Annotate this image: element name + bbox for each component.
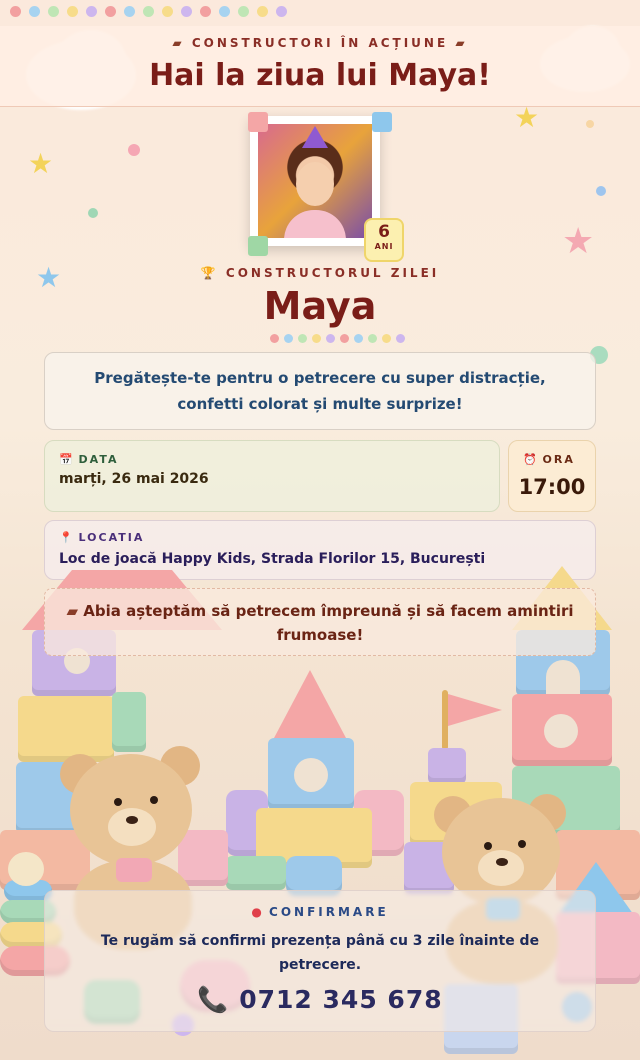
map-pin-icon: 📍 xyxy=(59,531,73,544)
balloon-icon: ● xyxy=(251,905,262,919)
photo-corner xyxy=(248,236,268,256)
alarm-clock-icon: ⏰ xyxy=(523,453,537,466)
calendar-icon: 📅 xyxy=(59,453,73,466)
location-label-text: LOCATIA xyxy=(78,531,145,544)
confirm-text: Te rugăm să confirmi prezența până cu 3 … xyxy=(100,933,540,973)
message-text-content: Abia așteptăm să petrecem împreună și să… xyxy=(83,602,574,644)
builder-label-text: CONSTRUCTORUL ZILEI xyxy=(225,266,440,280)
phone-link[interactable]: 📞 0712 345 678 xyxy=(45,985,595,1015)
intro-text: Pregătește-te pentru o petrecere cu supe… xyxy=(94,369,546,413)
header-eyebrow-text: CONSTRUCTORI ÎN ACȚIUNE xyxy=(191,36,449,50)
photo-corner xyxy=(248,112,268,132)
message-card: ▰ Abia așteptăm să petrecem împreună și … xyxy=(44,588,596,656)
bubble xyxy=(128,144,140,156)
header-eyebrow: ▰ CONSTRUCTORI ÎN ACȚIUNE ▰ xyxy=(0,36,640,50)
star-icon: ★ xyxy=(514,101,540,134)
page-title: Hai la ziua lui Maya! xyxy=(149,58,491,93)
age-badge: 6 ANI xyxy=(364,218,404,262)
age-unit: ANI xyxy=(374,242,394,251)
date-value: marți, 26 mai 2026 xyxy=(59,471,209,487)
child-photo-frame xyxy=(250,116,380,246)
date-card: 📅 DATA marți, 26 mai 2026 xyxy=(44,440,500,512)
header: ▰ CONSTRUCTORI ÎN ACȚIUNE ▰ Hai la ziua … xyxy=(0,26,640,107)
date-label: 📅 DATA xyxy=(59,453,119,466)
decorative-dots-mid xyxy=(270,334,405,343)
location-label: 📍 LOCATIA xyxy=(59,531,144,544)
bubble xyxy=(88,208,98,218)
brick-icon: ▰ xyxy=(172,36,185,50)
time-card: ⏰ ORA 17:00 xyxy=(508,440,596,512)
intro-card: Pregătește-te pentru o petrecere cu supe… xyxy=(44,352,596,430)
age-number: 6 xyxy=(378,222,390,242)
message-text: ▰ Abia așteptăm să petrecem împreună și … xyxy=(61,599,579,647)
time-label-text: ORA xyxy=(542,453,575,466)
star-icon: ★ xyxy=(28,147,54,180)
confirm-label-text: CONFIRMARE xyxy=(269,905,389,919)
phone-number[interactable]: 0712 345 678 xyxy=(239,985,442,1014)
bubble xyxy=(586,120,594,128)
invitation-page: ▰ CONSTRUCTORI ÎN ACȚIUNE ▰ Hai la ziua … xyxy=(0,0,640,1060)
time-value: 17:00 xyxy=(518,475,586,499)
brick-icon: ▰ xyxy=(66,602,78,620)
time-label: ⏰ ORA xyxy=(523,453,575,466)
phone-icon: 📞 xyxy=(197,985,230,1014)
star-icon: ★ xyxy=(562,221,595,262)
date-label-text: DATA xyxy=(78,453,119,466)
builder-label: 🏆 CONSTRUCTORUL ZILEI xyxy=(0,266,640,280)
confirm-label: ● CONFIRMARE xyxy=(45,905,595,919)
child-photo xyxy=(258,124,372,238)
celebrant-name: Maya xyxy=(263,284,377,328)
brick-icon: ▰ xyxy=(455,36,468,50)
trophy-icon: 🏆 xyxy=(200,266,219,280)
decorative-dots-top xyxy=(10,6,287,17)
location-value: Loc de joacă Happy Kids, Strada Florilor… xyxy=(59,551,486,567)
photo-corner xyxy=(372,112,392,132)
confirm-card: ● CONFIRMARE Te rugăm să confirmi prezen… xyxy=(44,890,596,1032)
bubble xyxy=(596,186,606,196)
